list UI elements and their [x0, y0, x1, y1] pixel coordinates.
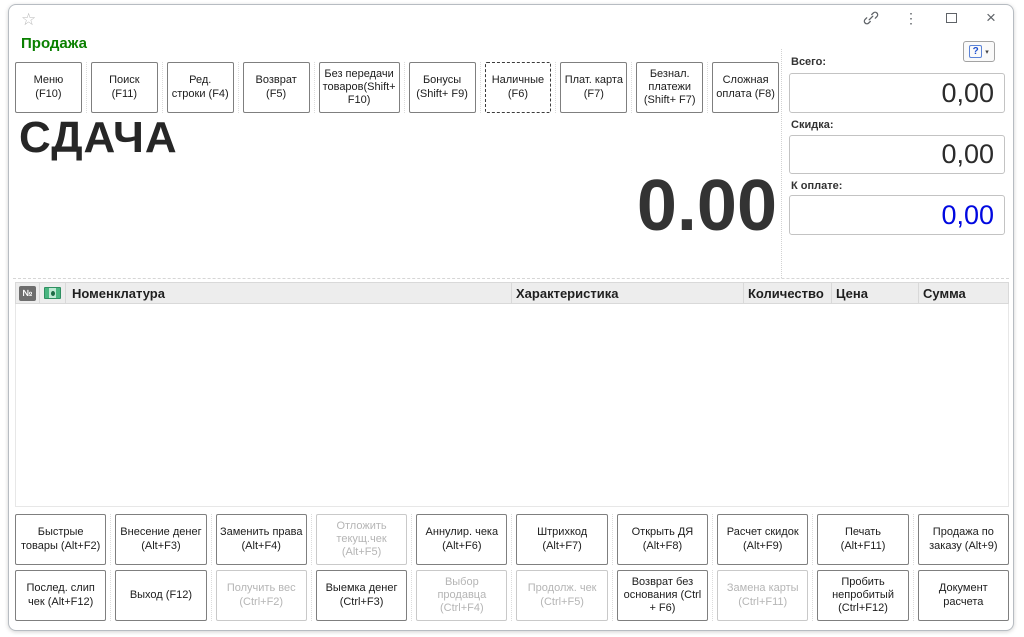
punch-unpunched-button[interactable]: Пробить непробитый (Ctrl+F12) [817, 570, 908, 621]
return-without-reason-button[interactable]: Возврат без основания (Ctrl + F6) [617, 570, 708, 621]
favorite-star-icon[interactable]: ☆ [21, 10, 36, 30]
void-receipt-button[interactable]: Аннулир. чека (Alt+F6) [416, 514, 507, 565]
amount-due-label: К оплате: [791, 180, 842, 192]
horizontal-separator [13, 278, 1009, 279]
actions-row-1: Быстрые товары (Alt+F2) Внесение денег (… [15, 514, 1009, 565]
replace-card-button: Замена карты (Ctrl+F11) [717, 570, 808, 621]
sale-by-order-button[interactable]: Продажа по заказу (Alt+9) [918, 514, 1009, 565]
calculate-discounts-button[interactable]: Расчет скидок (Alt+F9) [717, 514, 808, 565]
column-header-characteristic: Характеристика [512, 283, 744, 303]
open-cash-drawer-button[interactable]: Открыть ДЯ (Alt+F8) [617, 514, 708, 565]
change-amount: 0.00 [309, 161, 777, 251]
actions-row-2: Послед. слип чек (Alt+F12) Выход (F12) П… [15, 570, 1009, 621]
continue-receipt-button: Продолж. чек (Ctrl+F5) [516, 570, 607, 621]
complex-payment-button[interactable]: Сложная оплата (F8) [712, 62, 779, 113]
discount-field[interactable]: 0,00 [789, 135, 1005, 174]
banknote-icon [44, 287, 61, 299]
maximize-icon[interactable] [943, 10, 959, 26]
app-window: ☆ ⋮ × Продажа ? ▾ Меню (F10) Поиск (F11)… [8, 4, 1014, 631]
link-icon[interactable] [863, 10, 879, 26]
last-slip-receipt-button[interactable]: Послед. слип чек (Alt+F12) [15, 570, 106, 621]
total-field[interactable]: 0,00 [789, 73, 1005, 113]
payment-toolbar: Меню (F10) Поиск (F11) Ред. строки (F4) … [15, 62, 779, 113]
no-goods-transfer-button[interactable]: Без передачи товаров(Shift+ F10) [319, 62, 400, 113]
column-header-quantity: Количество [744, 283, 832, 303]
print-button[interactable]: Печать (Alt+F11) [817, 514, 908, 565]
items-table-header: № Номенклатура Характеристика Количество… [15, 282, 1009, 304]
payment-card-button[interactable]: Плат. карта (F7) [560, 62, 627, 113]
column-header-nomenclature: Номенклатура [66, 283, 512, 303]
cashless-payments-button[interactable]: Безнал. платежи (Shift+ F7) [636, 62, 703, 113]
menu-button[interactable]: Меню (F10) [15, 62, 82, 113]
cash-payment-button[interactable]: Наличные (F6) [485, 62, 552, 113]
discount-label: Скидка: [791, 119, 833, 131]
titlebar: ☆ ⋮ × [9, 5, 1013, 35]
page-title: Продажа [21, 35, 87, 52]
hold-current-receipt-button: Отложить текущ.чек (Alt+F5) [316, 514, 407, 565]
vertical-separator [781, 49, 782, 278]
exit-button[interactable]: Выход (F12) [115, 570, 206, 621]
column-header-sum: Сумма [919, 283, 1008, 303]
search-button[interactable]: Поиск (F11) [91, 62, 158, 113]
change-label: СДАЧА [19, 113, 178, 163]
return-button[interactable]: Возврат (F5) [243, 62, 310, 113]
quick-goods-button[interactable]: Быстрые товары (Alt+F2) [15, 514, 106, 565]
withdraw-money-button[interactable]: Выемка денег (Ctrl+F3) [316, 570, 407, 621]
cash-column-header [40, 283, 66, 303]
barcode-button[interactable]: Штрихкод (Alt+F7) [516, 514, 607, 565]
menu-kebab-icon[interactable]: ⋮ [903, 10, 919, 26]
select-seller-button: Выбор продавца (Ctrl+F4) [416, 570, 507, 621]
change-rights-button[interactable]: Заменить права (Alt+F4) [216, 514, 307, 565]
settlement-document-button[interactable]: Документ расчета [918, 570, 1009, 621]
help-icon: ? [969, 45, 982, 58]
items-table-body[interactable] [15, 304, 1009, 507]
total-label: Всего: [791, 56, 826, 68]
get-weight-button: Получить вес (Ctrl+F2) [216, 570, 307, 621]
deposit-money-button[interactable]: Внесение денег (Alt+F3) [115, 514, 206, 565]
row-number-icon: № [19, 286, 36, 301]
row-number-column-header: № [16, 283, 40, 303]
help-button[interactable]: ? ▾ [963, 41, 995, 62]
edit-row-button[interactable]: Ред. строки (F4) [167, 62, 234, 113]
column-header-price: Цена [832, 283, 919, 303]
bonuses-button[interactable]: Бонусы (Shift+ F9) [409, 62, 476, 113]
chevron-down-icon: ▾ [985, 48, 989, 56]
close-icon[interactable]: × [983, 10, 999, 26]
items-table: № Номенклатура Характеристика Количество… [15, 282, 1009, 507]
amount-due-field[interactable]: 0,00 [789, 195, 1005, 235]
